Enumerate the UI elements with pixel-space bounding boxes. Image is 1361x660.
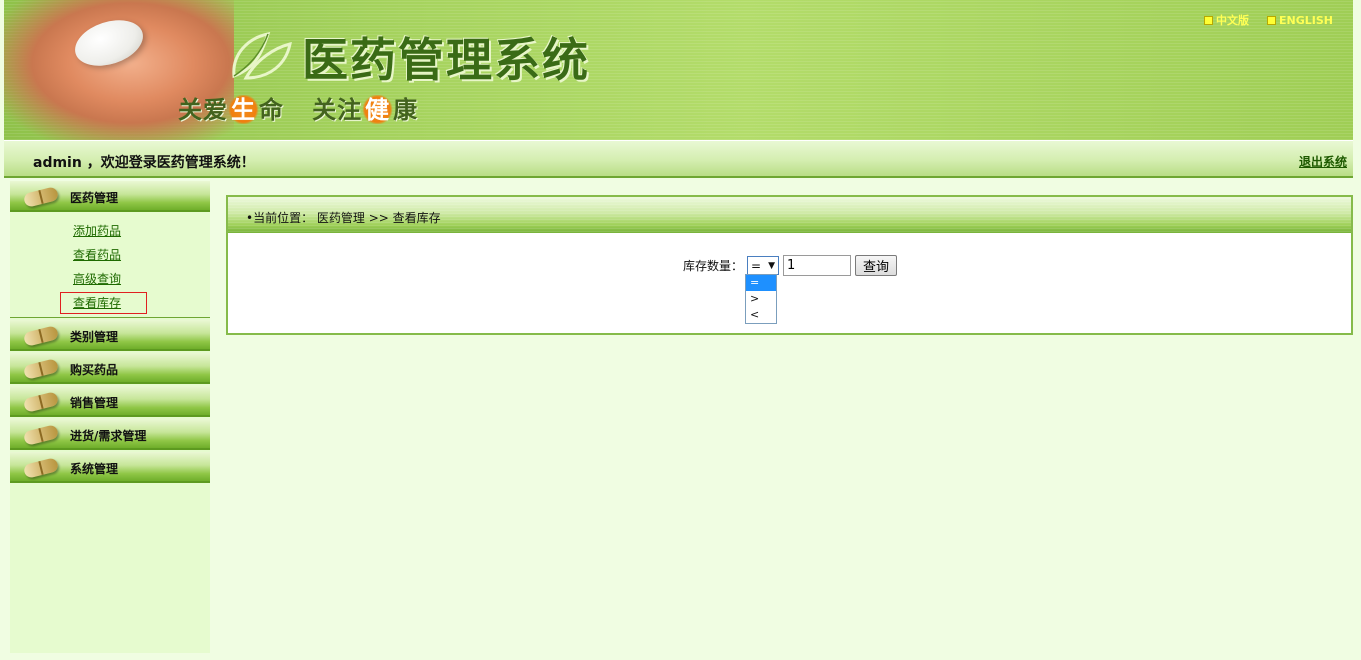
- logout-link[interactable]: 退出系统: [1299, 153, 1347, 170]
- slogan-part: 康: [393, 95, 419, 124]
- sidebar-item-advanced-query[interactable]: 高级查询: [10, 267, 210, 291]
- operator-option-equal[interactable]: =: [746, 275, 776, 291]
- sidebar-group-sales[interactable]: 销售管理: [10, 386, 210, 417]
- sidebar-item-view-stock[interactable]: 查看库存: [10, 291, 210, 315]
- sidebar-group-system[interactable]: 系统管理: [10, 452, 210, 483]
- square-icon: [1204, 15, 1214, 25]
- capsule-icon: [22, 186, 60, 208]
- slogan-part: 关爱: [178, 95, 228, 124]
- sidebar-group-medicine[interactable]: 医药管理: [10, 181, 210, 212]
- system-title: 医药管理系统: [302, 33, 590, 87]
- sidebar-group-stock-demand[interactable]: 进货/需求管理: [10, 419, 210, 450]
- capsule-icon: [22, 391, 60, 413]
- slogan-part: 关注: [312, 95, 363, 124]
- quantity-input[interactable]: [783, 255, 852, 276]
- capsule-icon: [22, 325, 60, 347]
- sidebar-item-view-medicine[interactable]: 查看药品: [10, 243, 210, 267]
- header-banner: 医药管理系统 关爱生命 关注健康 中文版 ENGLISH: [4, 0, 1353, 140]
- stock-quantity-label: 库存数量：: [683, 259, 744, 273]
- operator-dropdown-list: = > <: [745, 274, 777, 324]
- sidebar: 医药管理 添加药品 查看药品 高级查询 查看库存 类别管理 购买药品 销售管理 …: [10, 181, 210, 653]
- breadcrumb: •当前位置： 医药管理 >> 查看库存: [228, 197, 1351, 233]
- welcome-bar: admin ，欢迎登录医药管理系统！ 退出系统: [4, 140, 1353, 178]
- slogan: 关爱生命 关注健康: [178, 90, 418, 125]
- capsule-icon: [22, 358, 60, 380]
- sidebar-item-add-medicine[interactable]: 添加药品: [10, 219, 210, 243]
- sidebar-group-label: 系统管理: [70, 462, 119, 476]
- lang-english-link[interactable]: ENGLISH: [1267, 12, 1333, 28]
- welcome-text: admin ，欢迎登录医药管理系统！: [33, 155, 255, 171]
- slogan-highlight: 健: [362, 95, 394, 124]
- lang-chinese-label: 中文版: [1216, 14, 1250, 27]
- search-form: 库存数量： = ▼ 查询: [683, 255, 898, 276]
- sidebar-submenu: 添加药品 查看药品 高级查询 查看库存: [10, 214, 210, 318]
- capsule-icon: [22, 424, 60, 446]
- pill-image: [69, 12, 149, 74]
- sidebar-group-purchase[interactable]: 购买药品: [10, 353, 210, 384]
- language-switch: 中文版 ENGLISH: [1204, 12, 1333, 28]
- operator-option-less[interactable]: <: [746, 307, 776, 323]
- slogan-highlight: 生: [228, 95, 259, 124]
- query-button[interactable]: 查询: [855, 255, 898, 276]
- sidebar-group-label: 销售管理: [70, 396, 119, 410]
- lang-chinese-link[interactable]: 中文版: [1204, 12, 1249, 28]
- main-panel: •当前位置： 医药管理 >> 查看库存 库存数量： = ▼ 查询 = > <: [226, 195, 1353, 335]
- operator-select[interactable]: = ▼: [747, 256, 780, 275]
- sidebar-group-label: 购买药品: [70, 363, 119, 377]
- capsule-icon: [22, 457, 60, 479]
- leaf-logo-icon: [232, 32, 292, 80]
- sidebar-group-label: 医药管理: [70, 191, 119, 205]
- sidebar-group-category[interactable]: 类别管理: [10, 320, 210, 351]
- caret-down-icon: ▼: [768, 260, 776, 271]
- sidebar-group-label: 类别管理: [70, 330, 119, 344]
- square-icon: [1267, 15, 1277, 25]
- operator-option-greater[interactable]: >: [746, 291, 776, 307]
- lang-english-label: ENGLISH: [1279, 13, 1333, 27]
- operator-selected-value: =: [751, 258, 762, 273]
- slogan-part: 命: [259, 95, 284, 124]
- sidebar-group-label: 进货/需求管理: [70, 429, 147, 443]
